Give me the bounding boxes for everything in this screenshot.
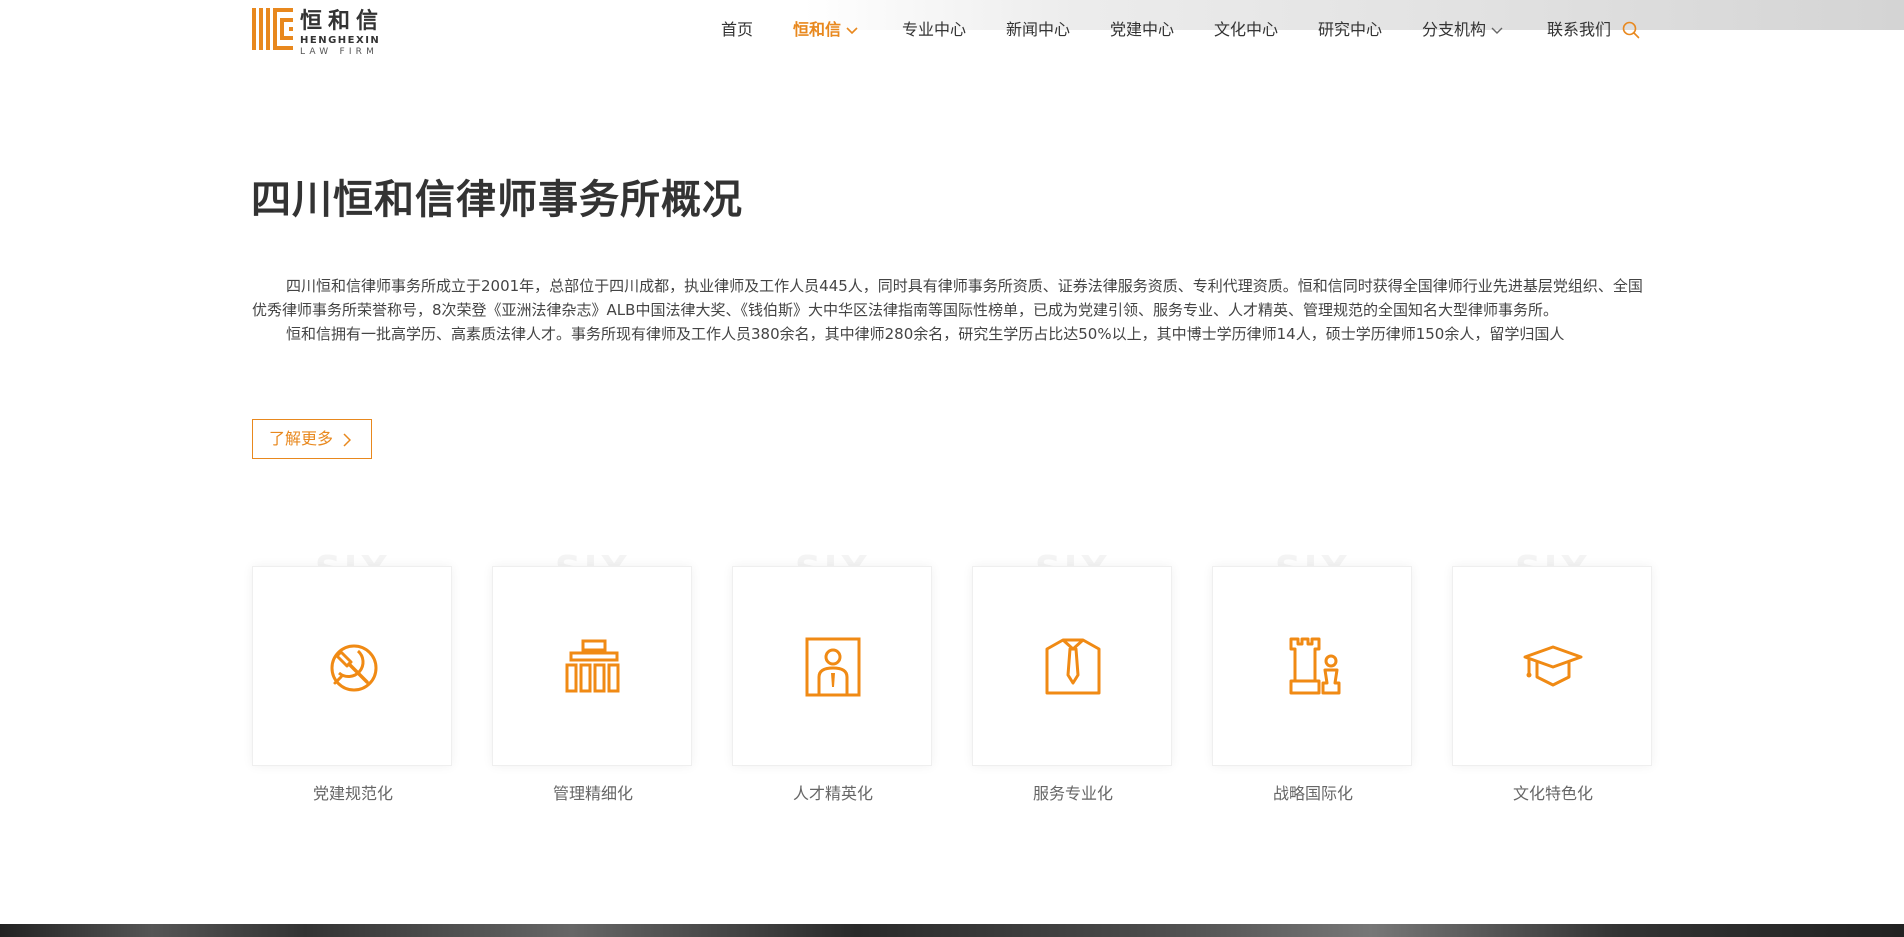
logo-text-subtitle: LAW FIRM bbox=[300, 47, 379, 57]
chevron-down-icon bbox=[1491, 27, 1503, 34]
org-chart-icon bbox=[565, 639, 620, 693]
feature-label: 战略国际化 bbox=[1272, 784, 1353, 803]
feature-label: 服务专业化 bbox=[1032, 784, 1113, 803]
feature-card[interactable] bbox=[1212, 566, 1412, 766]
intro-text: 四川恒和信律师事务所成立于2001年，总部位于四川成都，执业律师及工作人员445… bbox=[252, 274, 1652, 346]
nav-item-label: 分支机构 bbox=[1422, 20, 1487, 39]
nav-item-news[interactable]: 新闻中心 bbox=[1006, 18, 1070, 42]
intro-paragraph: 恒和信拥有一批高学历、高素质法律人才。事务所现有律师及工作人员380余名，其中律… bbox=[286, 325, 1565, 343]
feature-label: 管理精细化 bbox=[552, 784, 633, 803]
feature-card[interactable] bbox=[492, 566, 692, 766]
learn-more-button[interactable]: 了解更多 bbox=[252, 419, 372, 459]
feature-label: 党建规范化 bbox=[312, 784, 393, 803]
page-title: 四川恒和信律师事务所概况 bbox=[251, 177, 743, 223]
intro-paragraph: 四川恒和信律师事务所成立于2001年，总部位于四川成都，执业律师及工作人员445… bbox=[252, 277, 1643, 319]
feature-list: SIX 党建规范化 SIX 管理精细化 bbox=[252, 550, 1652, 820]
feature-card[interactable] bbox=[972, 566, 1172, 766]
logo-text-en: HENGHEXIN bbox=[300, 35, 381, 46]
party-emblem-icon bbox=[330, 644, 378, 692]
graduation-cap-icon bbox=[1523, 645, 1583, 687]
feature-card[interactable] bbox=[1452, 566, 1652, 766]
shirt-tie-icon bbox=[1045, 638, 1101, 695]
chevron-right-icon bbox=[343, 433, 351, 447]
nav-item-culture[interactable]: 文化中心 bbox=[1214, 18, 1278, 42]
search-icon[interactable] bbox=[1621, 20, 1641, 40]
person-frame-icon bbox=[805, 637, 861, 697]
nav-item-label: 恒和信 bbox=[793, 20, 842, 39]
feature-label: 文化特色化 bbox=[1512, 784, 1593, 803]
nav-item-branches[interactable]: 分支机构 bbox=[1422, 18, 1504, 42]
learn-more-label: 了解更多 bbox=[269, 429, 334, 448]
chess-icon bbox=[1289, 637, 1341, 695]
logo[interactable]: 恒和信 HENGHEXIN LAW FIRM bbox=[252, 8, 392, 57]
footer-banner-strip bbox=[0, 924, 1904, 937]
feature-card[interactable] bbox=[252, 566, 452, 766]
logo-mark-icon bbox=[252, 8, 293, 50]
nav-item-practice[interactable]: 专业中心 bbox=[902, 18, 966, 42]
nav-item-contact[interactable]: 联系我们 bbox=[1547, 18, 1611, 42]
nav-item-research[interactable]: 研究中心 bbox=[1318, 18, 1382, 42]
nav-item-henghexin[interactable]: 恒和信 bbox=[793, 18, 859, 42]
logo-text-cn: 恒和信 bbox=[300, 9, 385, 34]
nav-item-party[interactable]: 党建中心 bbox=[1110, 18, 1174, 42]
feature-label: 人才精英化 bbox=[792, 784, 873, 803]
nav-item-home[interactable]: 首页 bbox=[721, 18, 753, 42]
feature-card[interactable] bbox=[732, 566, 932, 766]
chevron-down-icon bbox=[846, 26, 858, 34]
